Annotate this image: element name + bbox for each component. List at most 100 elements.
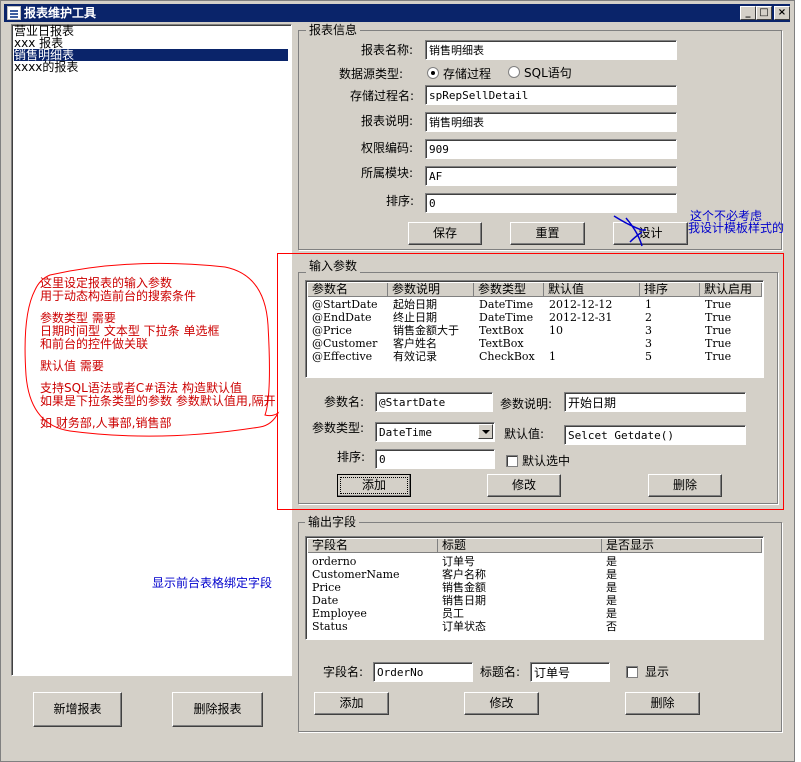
sort-input[interactable]: 0 bbox=[425, 193, 677, 213]
param-desc-label: 参数说明: bbox=[500, 397, 553, 411]
params-cell: 1 bbox=[549, 350, 556, 363]
chevron-down-icon[interactable] bbox=[478, 424, 493, 439]
params-cell: DateTime bbox=[479, 311, 534, 324]
params-cell: DateTime bbox=[479, 298, 534, 311]
field-name-label: 字段名: bbox=[323, 665, 364, 679]
report-name-label: 报表名称: bbox=[361, 43, 414, 57]
params-cell: 销售金额大于 bbox=[393, 324, 459, 337]
proc-name-input[interactable]: spRepSellDetail bbox=[425, 85, 677, 105]
param-add-button[interactable]: 添加 bbox=[337, 474, 411, 497]
params-note-line: 用于动态构造前台的搜索条件 bbox=[40, 289, 197, 303]
params-col-header[interactable]: 参数说明 bbox=[388, 283, 474, 297]
param-delete-button[interactable]: 删除 bbox=[648, 474, 722, 497]
fields-cell: Status bbox=[312, 620, 348, 633]
params-cell: TextBox bbox=[479, 324, 524, 337]
report-name-input[interactable]: 销售明细表 bbox=[425, 40, 677, 60]
delete-report-button[interactable]: 删除报表 bbox=[172, 692, 263, 727]
params-note: 这里设定报表的输入参数 用于动态构造前台的搜索条件 参数类型 需要 日期时间型 … bbox=[40, 277, 276, 430]
param-default-label: 默认值: bbox=[504, 427, 545, 441]
param-type-label: 参数类型: bbox=[312, 421, 365, 435]
params-cell: True bbox=[705, 298, 732, 311]
fields-cell: Price bbox=[312, 581, 341, 594]
perm-code-input[interactable]: 909 bbox=[425, 139, 677, 159]
param-desc-input[interactable]: 开始日期 bbox=[564, 392, 746, 412]
window-title: 报表维护工具 bbox=[24, 6, 97, 20]
fields-cell: 订单状态 bbox=[442, 620, 486, 633]
fields-cell: 是 bbox=[606, 555, 617, 568]
field-edit-button[interactable]: 修改 bbox=[464, 692, 539, 715]
param-name-input[interactable]: @StartDate bbox=[375, 392, 493, 412]
report-desc-input[interactable]: 销售明细表 bbox=[425, 112, 677, 132]
params-cell: 起始日期 bbox=[393, 298, 437, 311]
maximize-button[interactable]: □ bbox=[756, 6, 772, 20]
params-col-header[interactable]: 排序 bbox=[640, 283, 700, 297]
report-desc-label: 报表说明: bbox=[361, 114, 414, 128]
source-type-label: 数据源类型: bbox=[339, 67, 404, 81]
fields-cell: Employee bbox=[312, 607, 367, 620]
field-title-label: 标题名: bbox=[480, 665, 521, 679]
params-note-line: 如果是下拉条类型的参数 参数默认值用,隔开 bbox=[40, 394, 276, 408]
fields-cell: 是 bbox=[606, 581, 617, 594]
fields-cell: 销售日期 bbox=[442, 594, 486, 607]
reset-button[interactable]: 重置 bbox=[510, 222, 585, 245]
field-show-label: 显示 bbox=[645, 665, 670, 679]
field-name-input[interactable]: OrderNo bbox=[373, 662, 473, 682]
fields-listview[interactable]: 字段名 标题 是否显示 orderno 订单号 是 CustomerName 客… bbox=[305, 536, 764, 640]
params-listview[interactable]: 参数名 参数说明 参数类型 默认值 排序 默认启用 @StartDate 起始日… bbox=[305, 280, 764, 378]
module-label: 所属模块: bbox=[361, 166, 414, 180]
params-col-header[interactable]: 默认启用 bbox=[700, 283, 762, 297]
params-cell: 1 bbox=[645, 298, 652, 311]
params-col-header[interactable]: 参数名 bbox=[308, 283, 388, 297]
params-cell: 3 bbox=[645, 324, 652, 337]
close-button[interactable]: × bbox=[774, 6, 790, 20]
design-note-line2: 我设计模板样式的 bbox=[688, 221, 785, 235]
field-delete-button[interactable]: 删除 bbox=[625, 692, 700, 715]
fields-col-header[interactable]: 标题 bbox=[438, 539, 602, 553]
default-checked-checkbox[interactable] bbox=[506, 455, 518, 467]
params-cell: True bbox=[705, 311, 732, 324]
params-cell: @StartDate bbox=[312, 298, 378, 311]
params-cell: True bbox=[705, 350, 732, 363]
param-default-input[interactable]: Selcet Getdate() bbox=[564, 425, 746, 445]
default-checked-label: 默认选中 bbox=[522, 454, 571, 468]
fields-cell: 是 bbox=[606, 568, 617, 581]
fields-cell: 是 bbox=[606, 607, 617, 620]
field-show-checkbox[interactable] bbox=[626, 666, 638, 678]
params-cell: 终止日期 bbox=[393, 311, 437, 324]
params-cell: @Price bbox=[312, 324, 352, 337]
params-cell: @Effective bbox=[312, 350, 373, 363]
report-list-item[interactable]: xxxx的报表 bbox=[14, 61, 78, 73]
sql-radio[interactable] bbox=[508, 66, 520, 78]
params-note-line: 和前台的控件做关联 bbox=[40, 337, 149, 351]
save-button[interactable]: 保存 bbox=[408, 222, 482, 245]
params-note-line: 默认值 需要 bbox=[40, 359, 104, 373]
field-add-button[interactable]: 添加 bbox=[314, 692, 389, 715]
fields-cell: 订单号 bbox=[442, 555, 475, 568]
fields-col-header[interactable]: 是否显示 bbox=[602, 539, 762, 553]
minimize-button[interactable]: _ bbox=[740, 6, 756, 20]
params-cell: 5 bbox=[645, 350, 652, 363]
params-col-header[interactable]: 默认值 bbox=[544, 283, 640, 297]
proc-radio-label: 存储过程 bbox=[443, 67, 492, 81]
params-cell: 3 bbox=[645, 337, 652, 350]
fields-cell: CustomerName bbox=[312, 568, 400, 581]
module-input[interactable]: AF bbox=[425, 166, 677, 186]
proc-radio[interactable] bbox=[427, 67, 439, 79]
params-cell: 2012-12-31 bbox=[549, 311, 613, 324]
param-name-label: 参数名: bbox=[324, 395, 365, 409]
param-type-select[interactable]: DateTime bbox=[375, 422, 495, 442]
params-cell: CheckBox bbox=[479, 350, 535, 363]
output-note: 显示前台表格绑定字段 bbox=[152, 576, 273, 590]
field-title-input[interactable]: 订单号 bbox=[530, 662, 610, 682]
title-bar: 报表维护工具 _ □ × bbox=[4, 4, 790, 22]
params-col-header[interactable]: 参数类型 bbox=[474, 283, 544, 297]
param-sort-input[interactable]: 0 bbox=[375, 449, 495, 469]
add-report-button[interactable]: 新增报表 bbox=[33, 692, 122, 727]
param-edit-button[interactable]: 修改 bbox=[487, 474, 561, 497]
params-note-line: 如 财务部,人事部,销售部 bbox=[40, 416, 172, 430]
sql-radio-label: SQL语句 bbox=[524, 66, 572, 80]
fields-col-header[interactable]: 字段名 bbox=[308, 539, 438, 553]
fields-cell: 销售金额 bbox=[442, 581, 486, 594]
proc-name-label: 存储过程名: bbox=[350, 89, 415, 103]
input-params-title: 输入参数 bbox=[306, 259, 361, 273]
